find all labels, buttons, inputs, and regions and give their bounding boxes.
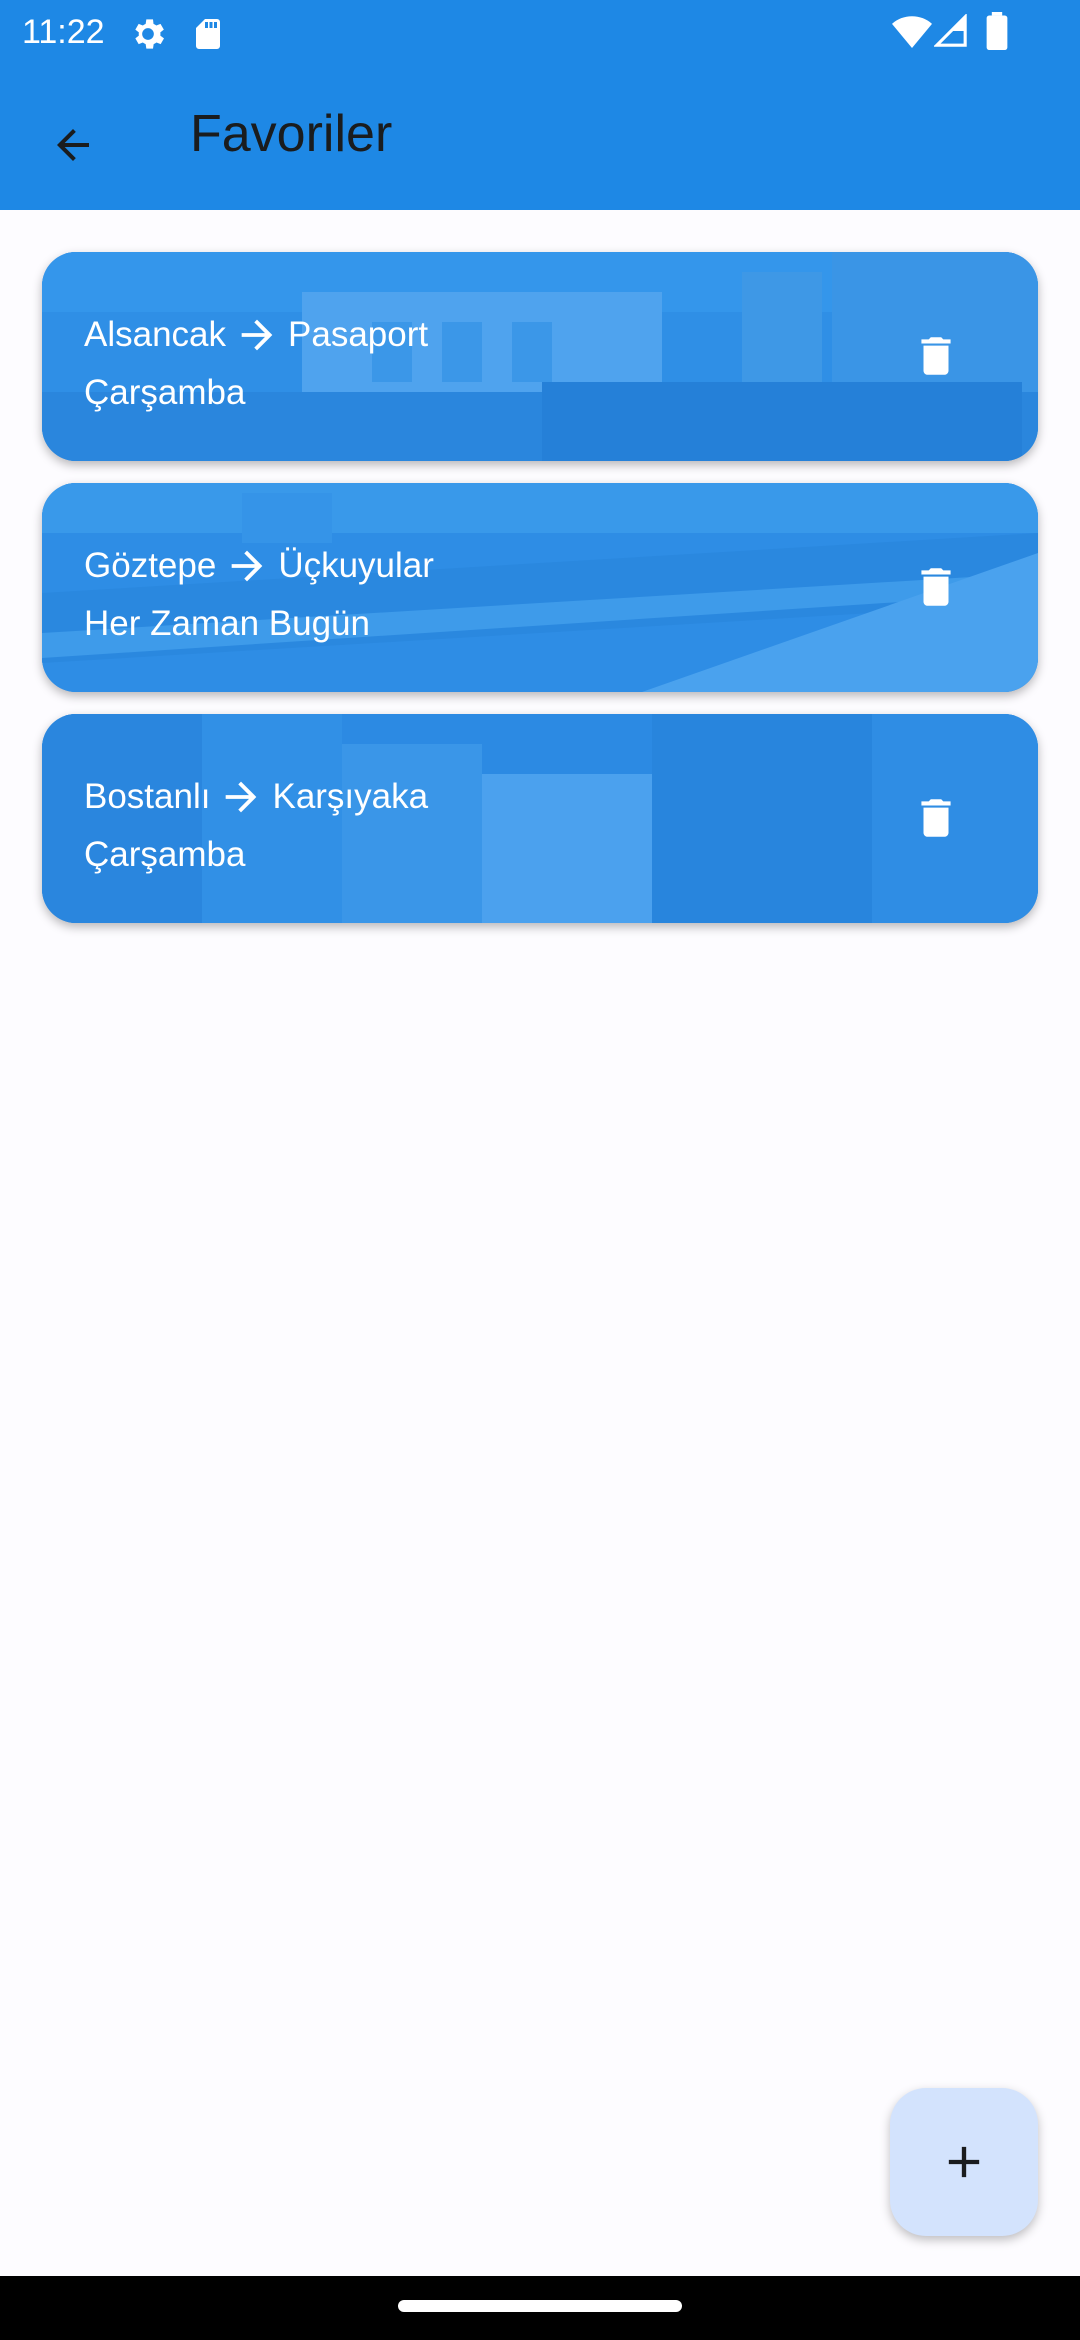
trash-icon	[921, 337, 951, 375]
trash-icon	[921, 799, 951, 837]
status-bar: 11:22	[0, 0, 1080, 64]
plus-icon	[948, 2146, 980, 2178]
back-button[interactable]	[28, 100, 118, 190]
settings-icon	[135, 19, 164, 49]
route-line: Alsancak Pasaport	[84, 306, 428, 364]
favorite-card[interactable]: Bostanlı Karşıyaka Çarşamba	[42, 714, 1038, 923]
battery-icon	[986, 12, 1008, 50]
route-to: Pasaport	[288, 315, 429, 354]
signal-icon	[934, 14, 967, 47]
route-from: Göztepe	[84, 546, 217, 585]
app-bar: Favoriler	[0, 64, 1080, 210]
route-day: Her Zaman Bugün	[84, 604, 370, 643]
arrow-left-icon	[57, 129, 89, 161]
sd-card-icon	[196, 19, 220, 49]
route-line: Göztepe Üçkuyular	[84, 537, 434, 595]
arrow-right-icon	[231, 550, 263, 582]
wifi-icon	[892, 16, 932, 48]
delete-button[interactable]	[896, 316, 976, 396]
arrow-right-icon	[241, 319, 273, 351]
route-from: Alsancak	[84, 315, 227, 354]
arrow-right-icon	[226, 781, 257, 813]
page-title: Favoriler	[190, 105, 393, 163]
favorite-card[interactable]: Alsancak Pasaport Çarşamba	[42, 252, 1038, 461]
delete-button[interactable]	[896, 547, 976, 627]
favorites-list: Alsancak Pasaport Çarşamba Göztepe Üçkuy…	[42, 252, 1038, 945]
route-from: Bostanlı	[84, 777, 211, 816]
home-indicator[interactable]	[398, 2300, 682, 2312]
route-line: Bostanlı Karşıyaka	[84, 768, 428, 826]
add-favorite-button[interactable]	[890, 2088, 1038, 2236]
system-nav-bar	[0, 2276, 1080, 2340]
route-day: Çarşamba	[84, 373, 246, 412]
route-day: Çarşamba	[84, 835, 246, 874]
delete-button[interactable]	[896, 778, 976, 858]
card-text: Bostanlı Karşıyaka Çarşamba	[84, 768, 428, 884]
route-to: Üçkuyular	[278, 546, 434, 585]
card-text: Göztepe Üçkuyular Her Zaman Bugün	[84, 537, 434, 653]
trash-icon	[921, 568, 951, 606]
card-text: Alsancak Pasaport Çarşamba	[84, 306, 428, 422]
route-to: Karşıyaka	[272, 777, 429, 816]
status-time: 11:22	[22, 13, 105, 51]
favorite-card[interactable]: Göztepe Üçkuyular Her Zaman Bugün	[42, 483, 1038, 692]
